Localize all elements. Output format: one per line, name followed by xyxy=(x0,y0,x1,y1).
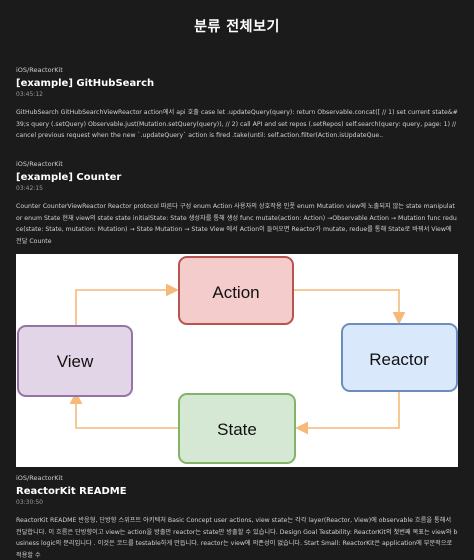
post-excerpt[interactable]: GitHubSearch GitHubSearchViewReactor act… xyxy=(16,107,458,142)
post-excerpt[interactable]: ReactorKit README 반응형, 단방향 스위프트 아키텍처 Bas… xyxy=(16,515,458,560)
action-node-label: Action xyxy=(212,283,259,302)
page-title: 분류 전체보기 xyxy=(194,19,280,35)
post-title[interactable]: [example] Counter xyxy=(16,172,458,183)
post-title[interactable]: [example] GitHubSearch xyxy=(16,78,458,89)
arrow-state-to-view xyxy=(69,391,179,429)
page-header: 분류 전체보기 xyxy=(0,0,474,52)
post-date: 03:30:50 xyxy=(16,499,43,506)
post-category[interactable]: iOS/ReactorKit xyxy=(16,160,458,168)
post-date: 03:45:12 xyxy=(16,91,43,98)
post-title[interactable]: ReactorKit README xyxy=(16,486,458,497)
arrow-view-to-action xyxy=(75,283,179,326)
post-item: iOS/ReactorKit ReactorKit README 03:30:5… xyxy=(16,474,458,560)
post-date: 03:42:15 xyxy=(16,185,43,192)
reactor-node-label: Reactor xyxy=(369,350,429,369)
arrow-reactor-to-state xyxy=(295,391,400,435)
reactorkit-flow-diagram: Action View Reactor State xyxy=(17,256,458,464)
post-item: iOS/ReactorKit [example] GitHubSearch 03… xyxy=(16,66,458,142)
state-node-label: State xyxy=(217,420,257,439)
post-category[interactable]: iOS/ReactorKit xyxy=(16,474,458,482)
view-node-label: View xyxy=(57,352,94,371)
post-category[interactable]: iOS/ReactorKit xyxy=(16,66,458,74)
post-excerpt[interactable]: Counter CounterViewReactor Reactor proto… xyxy=(16,201,458,247)
post-item: iOS/ReactorKit [example] Counter 03:42:1… xyxy=(16,160,458,247)
post-thumbnail[interactable]: Action View Reactor State xyxy=(16,254,458,467)
arrow-action-to-reactor xyxy=(293,289,406,325)
